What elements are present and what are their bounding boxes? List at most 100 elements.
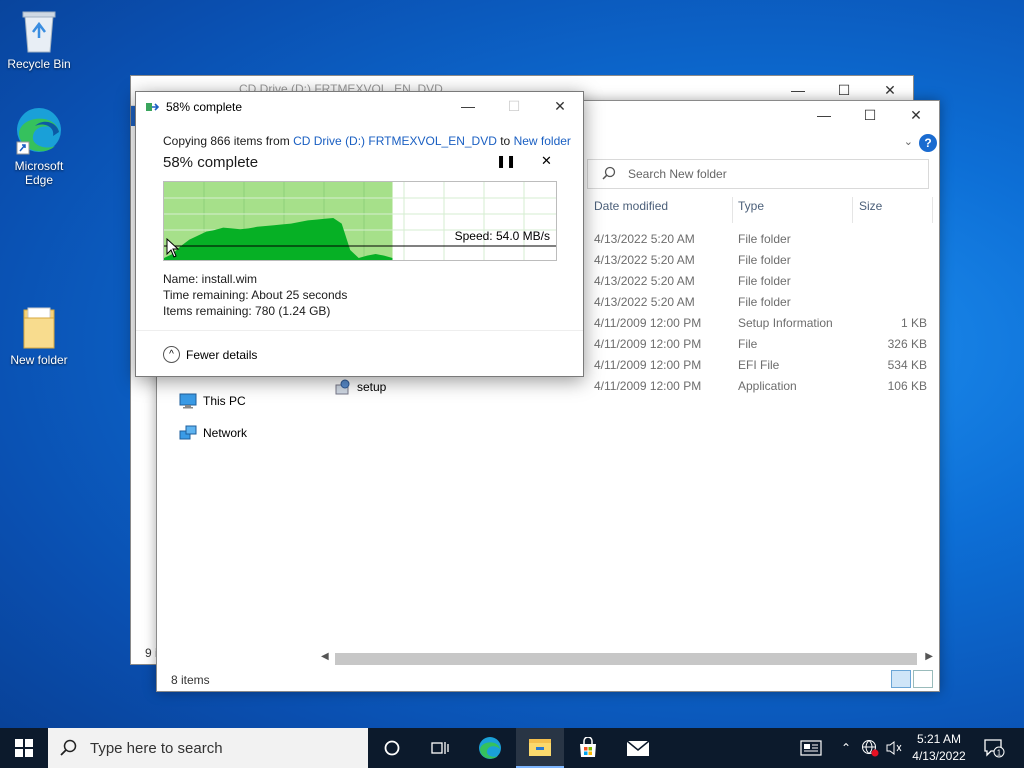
row-size: 1 KB [900, 316, 927, 330]
large-icons-view-icon[interactable] [913, 670, 933, 688]
row-date: 4/13/2022 5:20 AM [594, 232, 695, 246]
file-item-setup[interactable]: setup [335, 379, 386, 395]
show-hidden-icons-button[interactable]: ⌃ [836, 728, 856, 768]
progress-heading: 58% complete [163, 154, 259, 171]
file-row[interactable]: 4/11/2009 12:00 PM Application 106 KB [594, 379, 929, 400]
row-size: 534 KB [887, 358, 927, 372]
taskbar-clock[interactable]: 5:21 AM 4/13/2022 [900, 731, 978, 765]
column-header-type[interactable]: Type [738, 199, 764, 221]
row-type: EFI File [738, 358, 780, 372]
row-date: 4/11/2009 12:00 PM [594, 379, 702, 393]
dialog-title: 58% complete [166, 100, 243, 114]
row-size: 326 KB [887, 337, 927, 351]
destination-link[interactable]: New folder [514, 134, 571, 148]
notification-icon: 1 [984, 739, 1005, 758]
taskbar-file-explorer-button[interactable] [516, 728, 564, 768]
nav-item-network[interactable]: Network [179, 425, 247, 441]
taskbar-search-placeholder: Type here to search [90, 739, 223, 757]
task-view-icon [431, 742, 449, 754]
file-row[interactable]: 4/11/2009 12:00 PM EFI File 534 KB [594, 358, 929, 379]
items-remaining-line: Items remaining: 780 (1.24 GB) [163, 304, 331, 318]
close-button[interactable]: ✕ [893, 101, 939, 129]
news-widget-button[interactable] [796, 728, 826, 768]
search-placeholder: Search New folder [628, 167, 727, 181]
speed-label: Speed: 54.0 MB/s [454, 229, 550, 243]
column-header-size[interactable]: Size [859, 199, 882, 221]
cortana-button[interactable] [368, 728, 416, 768]
maximize-button: ☐ [507, 97, 521, 114]
clock-date: 4/13/2022 [912, 749, 966, 763]
recycle-bin-label: Recycle Bin [7, 57, 71, 71]
recycle-bin-icon [22, 11, 56, 53]
edge-icon [16, 108, 61, 155]
search-icon [602, 166, 616, 180]
copy-summary: Copying 866 items from CD Drive (D:) FRT… [163, 134, 571, 148]
row-type: File folder [738, 295, 791, 309]
minimize-button[interactable]: — [445, 92, 491, 120]
chevron-up-icon: ⌃ [840, 741, 852, 755]
taskbar-edge-button[interactable] [466, 728, 514, 768]
copy-progress-dialog[interactable]: 58% complete — ☐ ✕ Copying 866 items fro… [135, 91, 584, 377]
start-button[interactable] [0, 728, 48, 768]
ribbon-expand-icon[interactable]: ⌄ [904, 135, 913, 148]
edge-label-2: Edge [24, 173, 54, 187]
maximize-button[interactable]: ☐ [847, 101, 893, 129]
fewer-details-label: Fewer details [186, 347, 258, 362]
news-icon [800, 740, 822, 756]
status-item-count: 8 items [171, 673, 210, 687]
scroll-right-icon[interactable]: ▶ [925, 651, 933, 662]
edge-label-1: Microsoft [14, 159, 64, 173]
file-row[interactable]: 4/11/2009 12:00 PM File 326 KB [594, 337, 929, 358]
network-globe-icon [862, 740, 879, 757]
time-remaining-line: Time remaining: About 25 seconds [163, 288, 348, 302]
details-view-icon[interactable] [891, 670, 911, 688]
folder-icon [23, 307, 55, 349]
file-row[interactable]: 4/13/2022 5:20 AM File folder [594, 295, 929, 316]
file-name-line: Name: install.wim [163, 272, 258, 286]
mouse-cursor-icon [166, 238, 180, 258]
file-row[interactable]: 4/11/2009 12:00 PM Setup Information 1 K… [594, 316, 929, 337]
file-row[interactable]: 4/13/2022 5:20 AM File folder [594, 232, 929, 253]
new-folder-label: New folder [10, 353, 68, 367]
row-type: File folder [738, 274, 791, 288]
network-status-button[interactable] [858, 728, 882, 768]
edge-icon [479, 737, 501, 759]
desktop-icon-edge[interactable]: Microsoft Edge [4, 106, 74, 187]
row-type: File folder [738, 253, 791, 267]
close-button[interactable]: ✕ [537, 92, 583, 120]
file-name: setup [357, 380, 387, 394]
chevron-up-icon: ^ [163, 346, 180, 363]
horizontal-scrollbar[interactable]: ◀ ▶ [317, 651, 937, 667]
row-type: Application [738, 379, 797, 393]
nav-item-label: This PC [203, 394, 246, 408]
nav-item-label: Network [203, 426, 248, 440]
taskbar-store-button[interactable] [564, 728, 612, 768]
row-date: 4/13/2022 5:20 AM [594, 274, 695, 288]
taskbar-mail-button[interactable] [614, 728, 662, 768]
nav-item-this-pc[interactable]: This PC [179, 393, 246, 409]
fewer-details-button[interactable]: ^ Fewer details [163, 346, 257, 363]
search-input[interactable]: Search New folder [587, 159, 929, 189]
action-center-button[interactable]: 1 [982, 728, 1006, 768]
cancel-copy-button[interactable]: ✕ [541, 153, 552, 169]
desktop-icon-new-folder[interactable]: New folder [4, 306, 74, 367]
row-size: 106 KB [887, 379, 927, 393]
scrollbar-thumb[interactable] [335, 653, 917, 665]
mail-icon [626, 740, 650, 756]
row-date: 4/13/2022 5:20 AM [594, 253, 695, 267]
row-type: File folder [738, 232, 791, 246]
file-row[interactable]: 4/13/2022 5:20 AM File folder [594, 253, 929, 274]
taskbar-search-box[interactable]: Type here to search [48, 728, 368, 768]
source-link[interactable]: CD Drive (D:) FRTMEXVOL_EN_DVD [293, 134, 497, 148]
task-view-button[interactable] [416, 728, 464, 768]
clock-time: 5:21 AM [916, 732, 962, 746]
help-icon[interactable]: ? [919, 134, 937, 152]
network-icon [179, 425, 197, 440]
row-type: File [738, 337, 758, 351]
column-header-date-modified[interactable]: Date modified [594, 199, 668, 221]
pause-button[interactable]: ❚❚ [496, 154, 516, 168]
file-row[interactable]: 4/13/2022 5:20 AM File folder [594, 274, 929, 295]
minimize-button[interactable]: — [801, 101, 847, 129]
desktop-icon-recycle-bin[interactable]: Recycle Bin [4, 8, 74, 71]
scroll-left-icon[interactable]: ◀ [321, 651, 329, 662]
